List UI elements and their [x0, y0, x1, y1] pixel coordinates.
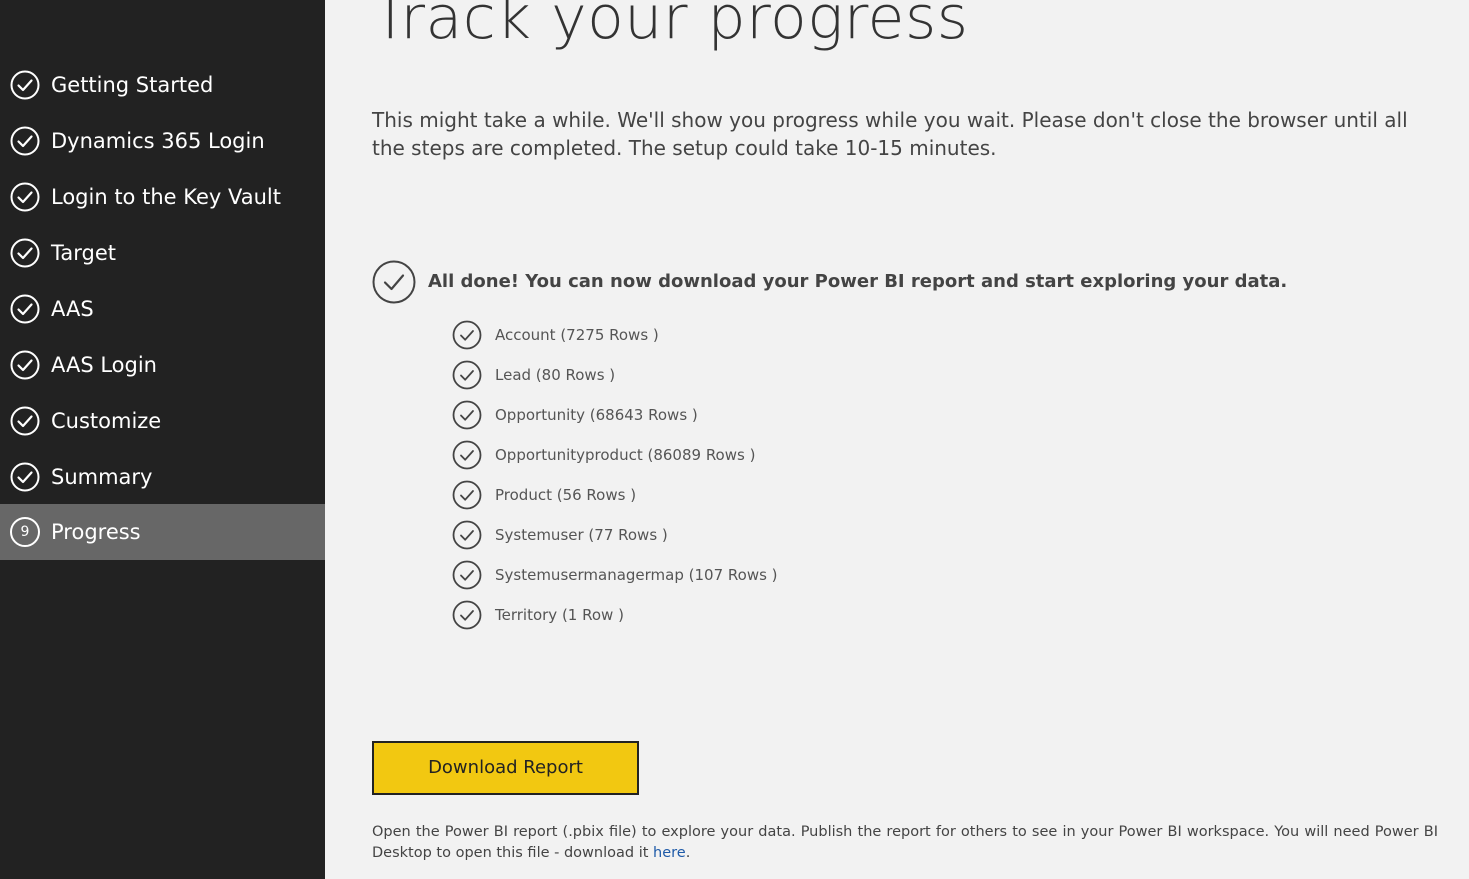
sidebar-item-label: Target	[51, 241, 116, 265]
footer-text: Open the Power BI report (.pbix file) to…	[372, 824, 1438, 861]
list-item: Territory (1 Row )	[452, 600, 952, 630]
check-circle-icon	[452, 520, 482, 550]
check-circle-icon	[10, 238, 40, 268]
list-item: Opportunity (68643 Rows )	[452, 400, 952, 430]
table-row-label: Product (56 Rows )	[495, 486, 637, 504]
list-item: Product (56 Rows )	[452, 480, 952, 510]
sidebar-item-dynamics-365-login[interactable]: Dynamics 365 Login	[0, 113, 325, 169]
list-item: Opportunityproduct (86089 Rows )	[452, 440, 952, 470]
page-title: Track your progress	[372, 0, 969, 53]
sidebar-item-label: Getting Started	[51, 73, 214, 97]
check-circle-icon	[10, 182, 40, 212]
check-circle-icon	[10, 406, 40, 436]
check-circle-icon	[452, 400, 482, 430]
download-report-button[interactable]: Download Report	[372, 741, 639, 795]
check-circle-icon	[372, 260, 416, 304]
check-circle-icon	[452, 560, 482, 590]
check-circle-icon	[452, 440, 482, 470]
list-item: Systemusermanagermap (107 Rows )	[452, 560, 952, 590]
sidebar-item-label: Summary	[51, 465, 153, 489]
check-circle-icon	[452, 480, 482, 510]
sidebar-item-aas[interactable]: AAS	[0, 281, 325, 337]
sidebar-item-label: Login to the Key Vault	[51, 185, 281, 209]
sidebar-item-customize[interactable]: Customize	[0, 393, 325, 449]
intro-text: This might take a while. We'll show you …	[372, 108, 1408, 160]
check-circle-icon	[10, 70, 40, 100]
sidebar-item-summary[interactable]: Summary	[0, 449, 325, 505]
table-row-label: Opportunity (68643 Rows )	[495, 406, 698, 424]
download-link[interactable]: here	[653, 845, 686, 861]
footer-note: Open the Power BI report (.pbix file) to…	[372, 822, 1438, 864]
sidebar-item-label: Customize	[51, 409, 162, 433]
table-row-label: Systemusermanagermap (107 Rows )	[495, 566, 778, 584]
check-circle-icon	[10, 126, 40, 156]
completion-message: All done! You can now download your Powe…	[428, 271, 1288, 292]
list-item: Account (7275 Rows )	[452, 320, 952, 350]
sidebar-item-progress[interactable]: 9 Progress	[0, 504, 325, 560]
sidebar-item-label: Dynamics 365 Login	[51, 129, 265, 153]
check-circle-icon	[10, 294, 40, 324]
sidebar-item-label: AAS Login	[51, 353, 157, 377]
check-circle-icon	[10, 350, 40, 380]
sidebar-item-getting-started[interactable]: Getting Started	[0, 57, 325, 113]
check-circle-icon	[452, 360, 482, 390]
list-item: Lead (80 Rows )	[452, 360, 952, 390]
sidebar-item-label: Progress	[51, 520, 141, 544]
footer-end: .	[685, 845, 691, 861]
check-circle-icon	[452, 600, 482, 630]
number-circle-icon: 9	[10, 517, 40, 547]
table-row-label: Opportunityproduct (86089 Rows )	[495, 446, 756, 464]
table-row-label: Account (7275 Rows )	[495, 326, 659, 344]
check-circle-icon	[10, 462, 40, 492]
sidebar-item-label: AAS	[51, 297, 94, 321]
table-row-label: Lead (80 Rows )	[495, 366, 616, 384]
sidebar-item-key-vault[interactable]: Login to the Key Vault	[0, 169, 325, 225]
sidebar: Getting Started Dynamics 365 Login Login…	[0, 0, 325, 879]
check-circle-icon	[452, 320, 482, 350]
list-item: Systemuser (77 Rows )	[452, 520, 952, 550]
sidebar-item-target[interactable]: Target	[0, 225, 325, 281]
table-row-label: Systemuser (77 Rows )	[495, 526, 668, 544]
table-row-label: Territory (1 Row )	[495, 606, 624, 624]
sidebar-item-aas-login[interactable]: AAS Login	[0, 337, 325, 393]
